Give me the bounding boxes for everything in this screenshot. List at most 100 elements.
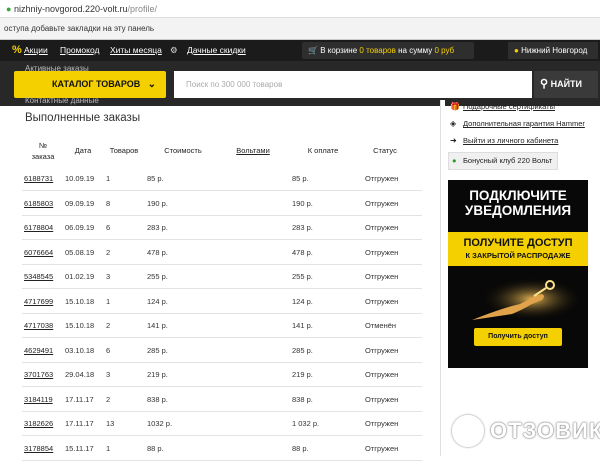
bonus-icon: ● — [452, 156, 457, 165]
order-number-link[interactable]: 3178854 — [24, 436, 53, 461]
ad-get-access-button[interactable]: Получить доступ — [474, 328, 562, 346]
cell-pay: 141 р. — [292, 321, 313, 330]
cell-date: 15.10.18 — [65, 296, 95, 306]
col-header-date: Дата — [74, 146, 92, 155]
link-extra-warranty[interactable]: ◈ Дополнительная гарантия Hammer — [449, 117, 585, 131]
ad-banner[interactable]: ПОДКЛЮЧИТЕ УВЕДОМЛЕНИЯ ПОЛУЧИТЕ ДОСТУП К… — [448, 180, 588, 368]
table-row: 6178804 06.09.19 6 283 р. 283 р. Отгружен — [22, 215, 422, 240]
hand-with-key-icon — [472, 277, 582, 321]
cell-date: 09.09.19 — [65, 198, 95, 208]
search-button[interactable]: ⚲ НАЙТИ — [534, 71, 598, 98]
cell-cost: 124 р. — [147, 296, 168, 306]
location-pin-icon: ● — [514, 46, 519, 55]
ad-yellow-band: ПОЛУЧИТЕ ДОСТУП К ЗАКРЫТОЙ РАСПРОДАЖЕ — [448, 232, 588, 266]
cell-items: 1 — [106, 296, 111, 306]
col-header-number-word: заказа — [31, 152, 55, 161]
logout-icon: ➜ — [450, 136, 457, 145]
cell-pay: 190 р. — [292, 198, 313, 208]
cart-sum: 0 руб — [434, 46, 455, 55]
cell-cost: 838 р. — [147, 394, 168, 404]
cell-cost: 255 р. — [147, 272, 168, 281]
otzovik-logo-icon — [452, 415, 484, 447]
table-row: 3178854 15.11.17 1 88 р. 88 р. Отгружен — [22, 436, 422, 461]
order-number-link[interactable]: 4717038 — [24, 313, 53, 338]
catalog-button[interactable]: КАТАЛОГ ТОВАРОВ ⌄ — [14, 71, 166, 98]
cell-pay: 255 р. — [292, 272, 313, 281]
order-number-link[interactable]: 6185803 — [24, 191, 53, 216]
cell-pay: 283 р. — [292, 223, 313, 232]
table-row: 4717038 15.10.18 2 141 р. 141 р. Отменён — [22, 313, 422, 338]
link-logout[interactable]: ➜ Выйти из личного кабинета — [449, 134, 558, 148]
cell-status: Отменён — [365, 321, 397, 330]
cell-status: Отгружен — [365, 174, 399, 183]
otzovik-watermark: ОТЗОВИК — [450, 412, 600, 450]
table-row: 5348545 01.02.19 3 255 р. 255 р. Отгружен — [22, 264, 422, 289]
order-number-link[interactable]: 6076664 — [24, 240, 53, 265]
col-header-number-sign: № — [38, 141, 48, 150]
bookmarks-hint: оступа добавьте закладки на эту панель — [4, 24, 155, 33]
cell-items: 3 — [106, 370, 111, 379]
order-number-link[interactable]: 6178804 — [24, 215, 53, 240]
order-number-link[interactable]: 3184119 — [24, 387, 53, 412]
table-row: 4629491 03.10.18 6 285 р. 285 р. Отгружен — [22, 338, 422, 363]
cell-pay: 838 р. — [292, 394, 313, 404]
cell-cost: 219 р. — [147, 370, 168, 379]
percent-icon: % — [12, 44, 22, 56]
ad-band-line2: К ЗАКРЫТОЙ РАСПРОДАЖЕ — [465, 251, 571, 260]
tab-active-orders[interactable]: Активные заказы — [25, 64, 89, 73]
cart-summary[interactable]: 🛒 В корзине 0 товаров на сумму 0 руб — [302, 42, 474, 59]
cell-items: 1 — [106, 443, 111, 453]
cart-sum-label: на сумму — [398, 46, 433, 55]
cell-status: Отгружен — [365, 419, 399, 428]
bookmarks-bar: оступа добавьте закладки на эту панель — [0, 18, 600, 40]
cell-pay: 478 р. — [292, 247, 313, 257]
cell-cost: 283 р. — [147, 223, 168, 232]
table-row: 3701763 29.04.18 3 219 р. 219 р. Отгружен — [22, 362, 422, 387]
link-logout-label: Выйти из личного кабинета — [463, 136, 559, 145]
link-gift-certificates[interactable]: 🎁 Подарочные сертификаты — [449, 100, 555, 114]
cell-date: 01.02.19 — [65, 272, 95, 281]
nav-item-hits[interactable]: Хиты месяца — [110, 40, 162, 61]
order-number-link[interactable]: 3701763 — [24, 362, 53, 387]
table-row: 3184119 17.11.17 2 838 р. 838 р. Отгружен — [22, 387, 422, 412]
cell-status: Отгружен — [365, 370, 399, 379]
bonus-club-link[interactable]: ● Бонусный клуб 220 Вольт — [448, 152, 558, 170]
url-path: /profile/ — [127, 4, 158, 14]
search-input[interactable]: Поиск по 300 000 товаров — [174, 71, 532, 98]
cell-date: 05.08.19 — [65, 247, 95, 257]
cell-items: 1 — [106, 174, 111, 183]
cell-date: 10.09.19 — [65, 174, 95, 183]
cell-items: 2 — [106, 394, 111, 404]
cell-cost: 85 р. — [147, 174, 164, 183]
nav-item-promocode[interactable]: Промокод — [60, 40, 99, 61]
order-number-link[interactable]: 4717699 — [24, 289, 53, 314]
ad-band-line1: ПОЛУЧИТЕ ДОСТУП — [463, 237, 573, 249]
chevron-down-icon: ⌄ — [147, 79, 156, 90]
cell-cost: 88 р. — [147, 443, 164, 453]
col-header-items: Товаров — [109, 146, 139, 155]
address-bar[interactable]: ● nizhniy-novgorod.220-volt.ru/profile/ — [0, 0, 600, 18]
top-nav: % Акции Промокод Хиты месяца ⚙ Дачные ск… — [0, 40, 600, 61]
col-header-volts[interactable]: Вольтами — [228, 145, 278, 156]
order-number-link[interactable]: 5348545 — [24, 264, 53, 289]
ad-headline-line1: ПОДКЛЮЧИТЕ — [469, 188, 567, 203]
cart-count: 0 — [359, 46, 364, 55]
order-number-link[interactable]: 4629491 — [24, 338, 53, 363]
catalog-label: КАТАЛОГ ТОВАРОВ — [52, 79, 141, 89]
cell-cost: 190 р. — [147, 198, 168, 208]
ad-headline: ПОДКЛЮЧИТЕ УВЕДОМЛЕНИЯ — [448, 188, 588, 218]
nav-item-garden-sale[interactable]: Дачные скидки — [187, 40, 246, 61]
search-icon: ⚲ — [540, 78, 549, 90]
table-row: 3182626 17.11.17 13 1032 р. 1 032 р. Отгружен — [22, 411, 422, 436]
cell-date: 06.09.19 — [65, 223, 95, 232]
order-number-link[interactable]: 6188731 — [24, 166, 53, 191]
page-title: Выполненные заказы — [25, 112, 141, 124]
city-selector[interactable]: ● Нижний Новгород — [508, 42, 598, 59]
tab-contacts[interactable]: Контактные данные — [25, 96, 99, 105]
nav-item-promotions[interactable]: Акции — [24, 40, 48, 61]
order-number-link[interactable]: 3182626 — [24, 411, 53, 436]
cell-items: 13 — [106, 419, 115, 428]
city-name: Нижний Новгород — [521, 46, 588, 55]
table-row: 6076664 05.08.19 2 478 р. 478 р. Отгружен — [22, 240, 422, 265]
cell-items: 8 — [106, 198, 111, 208]
